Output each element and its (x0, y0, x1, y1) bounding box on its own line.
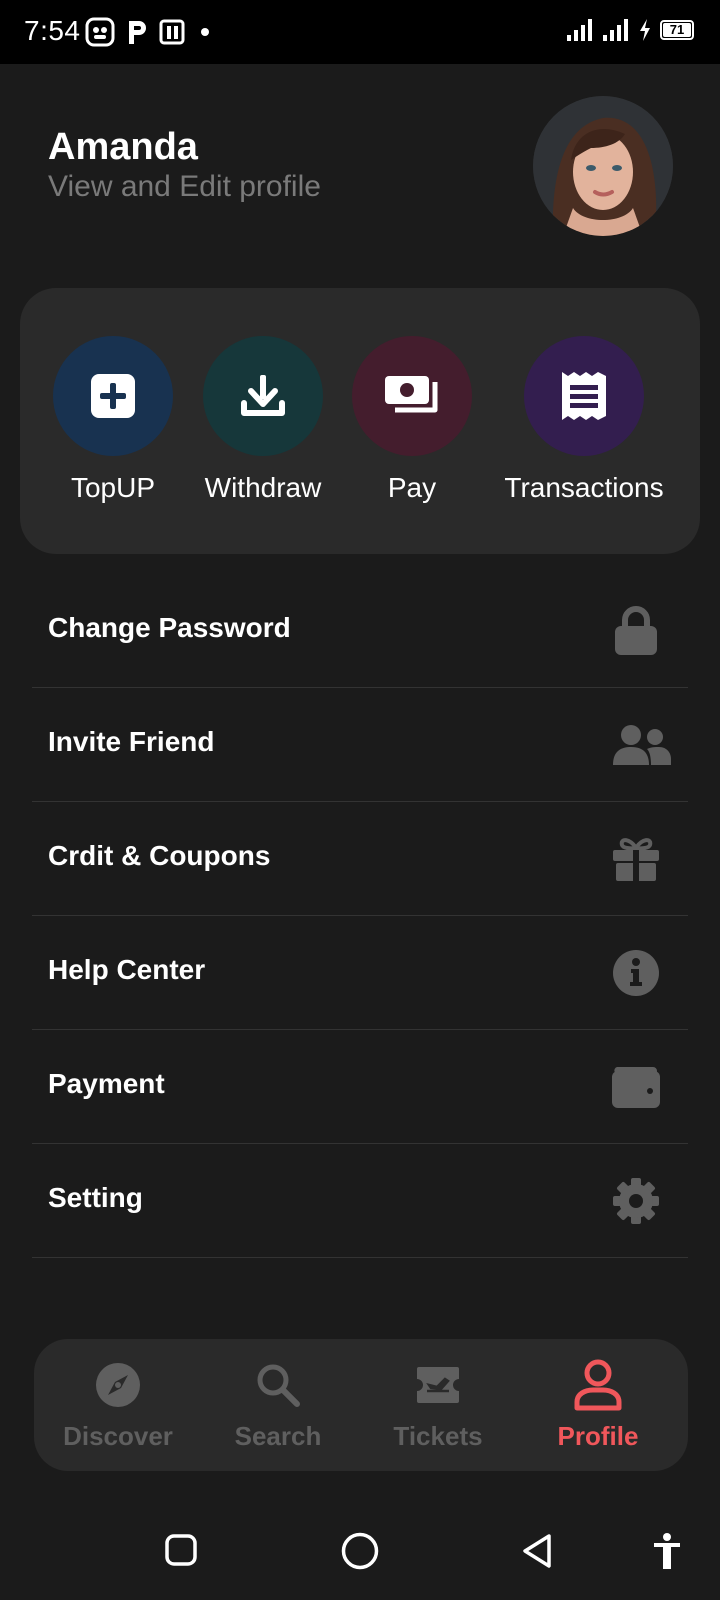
avatar-portrait (533, 96, 673, 236)
nav-label: Discover (63, 1421, 173, 1451)
status-time: 7:54 (24, 15, 81, 46)
notification-icons (85, 17, 215, 47)
paytm-app-icon (159, 19, 185, 45)
money-bills-icon (385, 376, 438, 413)
system-navigation-bar (0, 1500, 720, 1600)
nav-item-tickets[interactable]: Tickets (358, 1339, 518, 1471)
nav-label: Tickets (393, 1421, 483, 1451)
signal-2-icon (603, 19, 628, 41)
menu-item-change-password[interactable]: Change Password (32, 574, 688, 688)
menu-item-credit-coupons[interactable]: Crdit & Coupons (32, 802, 688, 916)
menu-label: Setting (48, 1182, 143, 1213)
menu-item-help-center[interactable]: Help Center (32, 916, 688, 1030)
parking-app-icon (129, 21, 146, 44)
profile-name: Amanda (48, 126, 198, 168)
menu-label: Change Password (48, 612, 291, 643)
receipt-icon (562, 372, 606, 420)
signal-icon (567, 19, 592, 41)
withdraw-label: Withdraw (204, 472, 322, 503)
gift-icon (606, 832, 666, 886)
menu-item-invite-friend[interactable]: Invite Friend (32, 688, 688, 802)
withdraw-button[interactable] (203, 336, 323, 456)
gear-icon (606, 1174, 666, 1228)
lock-icon (606, 604, 666, 658)
menu-label: Help Center (48, 954, 206, 985)
users-icon (608, 718, 676, 772)
menu-label: Crdit & Coupons (48, 840, 271, 871)
menu-label: Payment (48, 1068, 165, 1099)
view-edit-profile-link[interactable]: View and Edit profile (48, 170, 321, 204)
download-icon (241, 375, 285, 416)
plus-square-icon (91, 374, 135, 418)
home-circle-icon[interactable] (341, 1532, 379, 1570)
back-triangle-icon[interactable] (520, 1533, 554, 1569)
pay-button[interactable] (352, 336, 472, 456)
battery-icon: 71 (660, 20, 694, 40)
avatar[interactable] (533, 96, 673, 236)
compass-icon (88, 1359, 148, 1411)
nav-item-profile[interactable]: Profile (518, 1339, 678, 1471)
status-bar: 7:54 71 (0, 0, 720, 64)
accessibility-icon[interactable] (652, 1532, 682, 1570)
menu-item-payment[interactable]: Payment (32, 1030, 688, 1144)
wallet-icon (606, 1060, 666, 1114)
user-icon (568, 1359, 628, 1411)
dot-icon (201, 28, 209, 36)
pay-label: Pay (387, 472, 437, 503)
search-icon (248, 1359, 308, 1411)
topup-button[interactable] (53, 336, 173, 456)
ticket-icon (408, 1359, 468, 1411)
nav-label: Search (234, 1421, 322, 1451)
recents-square-icon[interactable] (165, 1534, 197, 1566)
topup-label: TopUP (70, 472, 156, 503)
system-icons: 71 (566, 18, 694, 42)
app-notification-icon (85, 17, 115, 47)
info-icon (606, 946, 666, 1000)
battery-level: 71 (663, 23, 691, 37)
transactions-button[interactable] (524, 336, 644, 456)
transactions-label: Transactions (504, 472, 664, 503)
nav-label: Profile (557, 1421, 639, 1451)
menu-item-setting[interactable]: Setting (32, 1144, 688, 1258)
menu-label: Invite Friend (48, 726, 215, 757)
nav-item-discover[interactable]: Discover (38, 1339, 198, 1471)
nav-item-search[interactable]: Search (198, 1339, 358, 1471)
bottom-navigation: Discover Search Tickets Profile (34, 1339, 688, 1471)
charging-icon (640, 19, 650, 41)
